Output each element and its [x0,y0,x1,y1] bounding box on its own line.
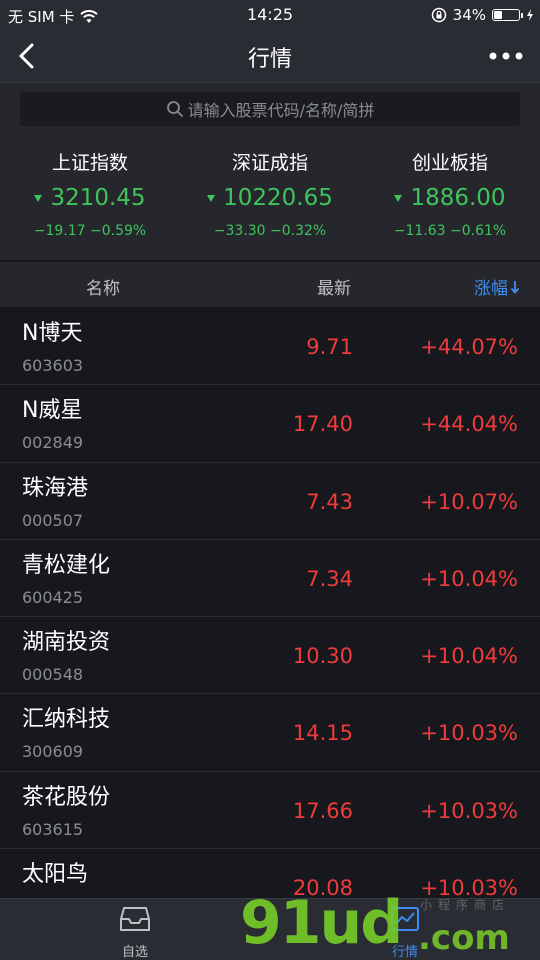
table-row[interactable]: N威星 002849 17.40 +44.04% [0,385,540,463]
table-row[interactable]: 汇纳科技 300609 14.15 +10.03% [0,694,540,772]
index-name: 深证成指 [231,152,308,174]
stock-change: +10.07% [420,489,518,514]
page-title: 行情 [247,47,292,72]
stock-name: 青松建化 [22,552,111,578]
battery-percent: 34% [452,6,486,24]
tab-watchlist[interactable]: 自选 [95,905,175,960]
tab-bar: 自选 行情 [0,898,540,960]
battery-fill [494,11,502,19]
tab-label: 自选 [121,945,148,960]
down-arrow-icon [34,194,43,202]
index-card-cyb[interactable]: 创业板指 1886.00 −11.63 −0.61% [360,134,540,260]
index-value: 3210.45 [0,185,180,211]
table-row[interactable]: 青松建化 600425 7.34 +10.04% [0,540,540,618]
table-row[interactable]: 湖南投资 000548 10.30 +10.04% [0,617,540,695]
tab-label: 行情 [391,945,418,960]
index-card-sh[interactable]: 上证指数 3210.45 −19.17 −0.59% [0,134,180,260]
stock-code: 000548 [22,665,84,685]
stock-code: 000507 [22,510,84,530]
stock-name: 太阳鸟 [22,862,89,888]
status-right: 34% [431,6,534,24]
stock-name: N威星 [22,398,83,424]
stock-price: 7.43 [306,489,353,514]
search-section: 请输入股票代码/名称/简拼 [0,82,540,135]
column-header-latest[interactable]: 最新 [317,274,351,299]
stock-code: 002849 [22,433,84,453]
more-dots-icon [489,52,523,60]
chart-icon [391,907,419,931]
stock-name: 茶花股份 [22,784,111,810]
stock-change: +10.03% [420,721,518,746]
sort-down-arrow-icon [510,280,520,294]
stock-change: +10.04% [420,566,518,591]
stock-price: 10.30 [292,644,353,669]
index-value-text: 1886.00 [410,185,506,211]
column-header-name: 名称 [86,279,120,299]
search-icon [166,101,183,117]
stock-name: 汇纳科技 [22,707,111,733]
stock-name: N博天 [22,321,83,346]
stock-price: 20.08 [292,876,353,901]
stock-price: 17.40 [292,412,353,437]
table-row[interactable]: N博天 603603 9.71 +44.07% [0,308,540,386]
index-change: −19.17 −0.59% [33,223,147,239]
more-button[interactable] [486,44,526,68]
stock-code: 603615 [22,819,84,839]
orientation-lock-icon [431,7,446,23]
stock-name: 珠海港 [22,475,89,501]
stock-name: 湖南投资 [22,630,111,656]
index-panel: 上证指数 3210.45 −19.17 −0.59% 深证成指 10220.65… [0,134,540,260]
index-value: 10220.65 [180,185,360,211]
table-row[interactable]: 茶花股份 603615 17.66 +10.03% [0,772,540,850]
stock-price: 9.71 [306,335,353,359]
battery-icon [492,9,523,21]
tab-market[interactable]: 行情 [365,905,445,960]
index-name: 上证指数 [51,152,128,174]
stock-price: 7.34 [306,566,353,591]
index-card-sz[interactable]: 深证成指 10220.65 −33.30 −0.32% [180,134,360,260]
search-input[interactable]: 请输入股票代码/名称/简拼 [20,92,520,126]
stock-change: +10.03% [420,876,518,901]
status-bar: 无 SIM 卡 14:25 34% [0,0,540,30]
down-arrow-icon [394,194,403,202]
stock-change: +44.04% [420,412,518,437]
down-arrow-icon [207,194,216,202]
index-value-text: 3210.45 [50,185,146,211]
screen: 无 SIM 卡 14:25 34% 行情 请输入股票代码/名称/简拼 上证指数 … [0,0,540,960]
stock-price: 17.66 [292,798,353,823]
stock-code: 600425 [22,587,84,607]
stock-code: 300609 [22,742,84,762]
column-header-change[interactable]: 涨幅 [474,274,520,299]
stock-price: 14.15 [292,721,353,746]
stock-code: 603603 [22,356,84,375]
index-value: 1886.00 [360,185,540,211]
table-row[interactable]: 珠海港 000507 7.43 +10.07% [0,463,540,540]
column-header-change-label: 涨幅 [474,279,508,299]
index-name: 创业板指 [411,152,488,174]
nav-bar: 行情 [0,30,540,82]
index-change: −11.63 −0.61% [393,223,507,239]
stock-list: N博天 603603 9.71 +44.07% N威星 002849 17.40… [0,308,540,927]
table-header: 名称 最新 涨幅 [0,262,540,307]
stock-change: +10.03% [420,798,518,823]
index-value-text: 10220.65 [223,185,333,211]
stock-change: +10.04% [420,644,518,669]
search-placeholder: 请输入股票代码/名称/简拼 [187,101,375,120]
charging-icon [527,9,533,21]
index-change: −33.30 −0.32% [213,223,327,239]
stock-change: +44.07% [420,335,518,359]
inbox-icon [120,907,150,931]
